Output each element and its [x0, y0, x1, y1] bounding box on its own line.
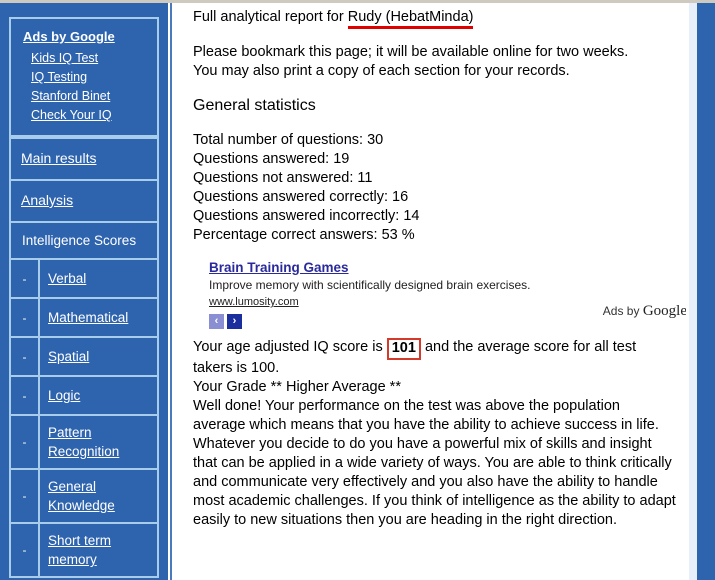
bookmark-notice-line-2: You may also print a copy of each sectio… [193, 63, 570, 79]
sidebar-ad-link-iq-testing[interactable]: IQ Testing [11, 68, 157, 87]
sidebar-subitem-label: Verbal [40, 260, 157, 297]
sidebar-subitem-label: General Knowledge [40, 470, 157, 522]
report-title-prefix: Full analytical report for [193, 9, 348, 25]
sidebar-link-spatial[interactable]: Spatial [48, 349, 89, 364]
general-statistics-list: Total number of questions: 30 Questions … [193, 131, 676, 245]
stat-questions-not-answered: Questions not answered: 11 [193, 170, 373, 186]
sidebar-link-logic[interactable]: Logic [48, 388, 80, 403]
iq-score-value: 101 [386, 338, 421, 360]
iq-score-statement: Your age adjusted IQ score is 101 and th… [193, 337, 676, 378]
stat-questions-correct: Questions answered correctly: 16 [193, 189, 409, 205]
right-margin-gap [689, 3, 697, 580]
sidebar-bullet-dash: - [11, 416, 40, 468]
sidebar: Ads by Google Kids IQ Test IQ Testing St… [0, 3, 168, 580]
sidebar-item-spatial[interactable]: - Spatial [9, 336, 159, 375]
chevron-left-icon[interactable]: ‹ [209, 314, 224, 329]
sidebar-subitem-label: Logic [40, 377, 157, 414]
right-edge-panel [697, 3, 715, 580]
sidebar-link-pattern-recognition[interactable]: Pattern Recognition [48, 425, 119, 459]
chevron-right-icon[interactable]: › [227, 314, 242, 329]
sidebar-subitem-label: Spatial [40, 338, 157, 375]
sidebar-bullet-dash: - [11, 377, 40, 414]
bookmark-notice-line-1: Please bookmark this page; it will be av… [193, 44, 629, 60]
google-ad-url-link[interactable]: www.lumosity.com [209, 296, 299, 308]
grade-statement: Your Grade ** Higher Average ** [193, 379, 401, 395]
report-title: Full analytical report for Rudy (HebatMi… [193, 7, 676, 43]
iq-score-text-before: Your age adjusted IQ score is [193, 339, 387, 355]
sidebar-link-verbal[interactable]: Verbal [48, 271, 86, 286]
google-wordmark: Google [642, 303, 686, 319]
sidebar-item-pattern-recognition[interactable]: - Pattern Recognition [9, 414, 159, 468]
ads-by-google-prefix: Ads by [602, 304, 643, 318]
sidebar-item-logic[interactable]: - Logic [9, 375, 159, 414]
sidebar-link-mathematical[interactable]: Mathematical [48, 310, 128, 325]
sidebar-bullet-dash: - [11, 338, 40, 375]
sidebar-ad-link-check-your-iq[interactable]: Check Your IQ [11, 106, 157, 125]
sidebar-content-divider [170, 3, 172, 580]
sidebar-ad-link-stanford-binet[interactable]: Stanford Binet [11, 87, 157, 106]
sidebar-bullet-dash: - [11, 260, 40, 297]
google-ad-title-link[interactable]: Brain Training Games [209, 260, 349, 275]
stat-percentage-correct: Percentage correct answers: 53 % [193, 227, 415, 243]
google-ad-description: Improve memory with scientifically desig… [209, 278, 531, 292]
sidebar-section-intelligence-scores: Intelligence Scores [9, 221, 159, 258]
stat-questions-incorrect: Questions answered incorrectly: 14 [193, 208, 420, 224]
sidebar-link-short-term-memory[interactable]: Short term memory [48, 533, 111, 567]
page-root: Ads by Google Kids IQ Test IQ Testing St… [0, 0, 715, 580]
sidebar-link-main-results[interactable]: Main results [21, 150, 96, 166]
google-ad-unit: Brain Training Games Improve memory with… [209, 259, 686, 329]
sidebar-subitem-label: Mathematical [40, 299, 157, 336]
performance-summary-paragraph: Well done! Your performance on the test … [193, 398, 676, 528]
sidebar-ad-link-kids-iq-test[interactable]: Kids IQ Test [11, 49, 157, 68]
ads-by-google-label: Ads by Google [603, 303, 686, 320]
sidebar-bullet-dash: - [11, 524, 40, 576]
sidebar-subitem-label: Pattern Recognition [40, 416, 157, 468]
bookmark-notice: Please bookmark this page; it will be av… [193, 43, 676, 81]
sidebar-ads-title: Ads by Google [23, 29, 115, 44]
main-content: Full analytical report for Rudy (HebatMi… [177, 3, 686, 580]
report-subject-name: Rudy (HebatMinda) [347, 9, 474, 29]
sidebar-item-analysis[interactable]: Analysis [9, 179, 159, 221]
sidebar-bullet-dash: - [11, 299, 40, 336]
sidebar-bullet-dash: - [11, 470, 40, 522]
sidebar-item-general-knowledge[interactable]: - General Knowledge [9, 468, 159, 522]
general-statistics-heading: General statistics [193, 97, 316, 114]
sidebar-item-main-results[interactable]: Main results [9, 137, 159, 179]
sidebar-item-short-term-memory[interactable]: - Short term memory [9, 522, 159, 578]
sidebar-item-mathematical[interactable]: - Mathematical [9, 297, 159, 336]
sidebar-link-analysis[interactable]: Analysis [21, 192, 73, 208]
sidebar-subitem-label: Short term memory [40, 524, 157, 576]
sidebar-item-verbal[interactable]: - Verbal [9, 258, 159, 297]
stat-questions-answered: Questions answered: 19 [193, 151, 350, 167]
sidebar-link-general-knowledge[interactable]: General Knowledge [48, 479, 115, 513]
sidebar-ads-box: Ads by Google Kids IQ Test IQ Testing St… [9, 17, 159, 137]
stat-total-questions: Total number of questions: 30 [193, 132, 384, 148]
